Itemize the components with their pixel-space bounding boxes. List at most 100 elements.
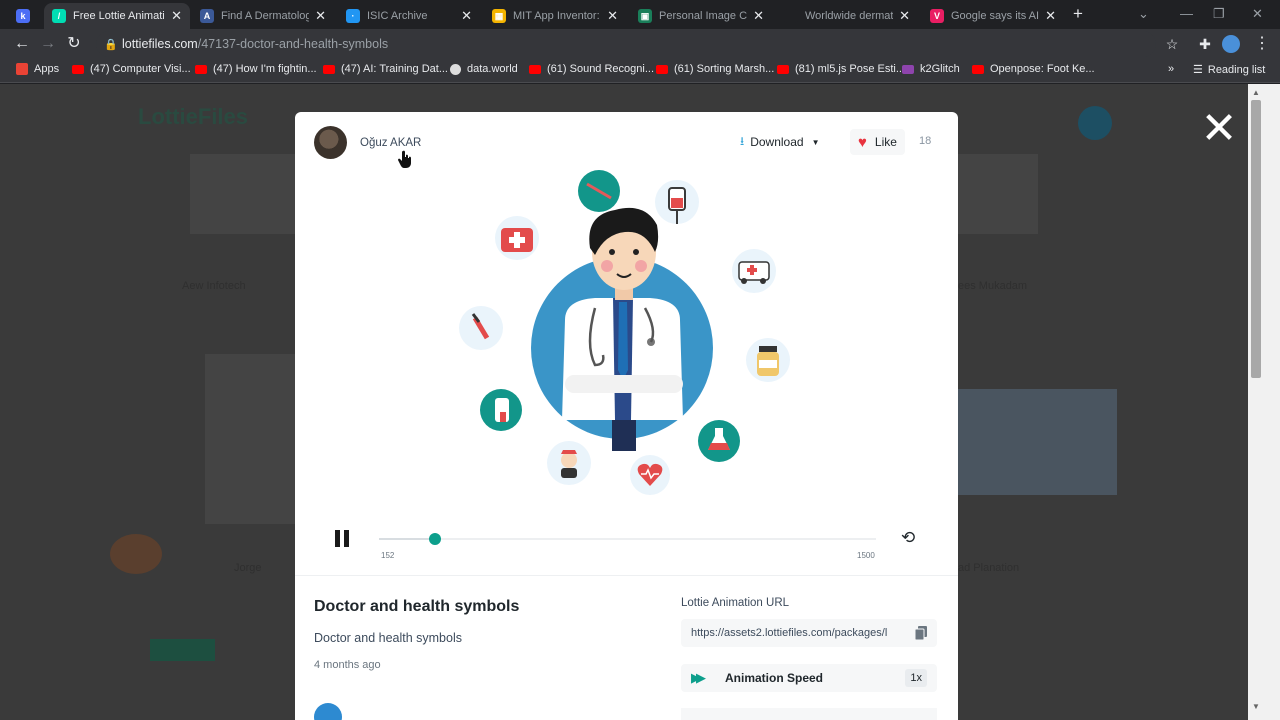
verge-favicon-icon: V bbox=[930, 9, 944, 23]
ambulance-icon bbox=[732, 249, 776, 293]
tab-title: Free Lottie Animatio bbox=[73, 10, 166, 22]
back-icon[interactable]: ← bbox=[12, 34, 32, 54]
bookmark-item[interactable]: (81) ml5.js Pose Esti... bbox=[777, 63, 905, 75]
bookmark-label: (47) How I'm fightin... bbox=[213, 63, 317, 75]
card-thumbnail bbox=[958, 389, 1117, 495]
author-avatar[interactable] bbox=[314, 126, 347, 159]
card-thumbnail bbox=[958, 154, 1038, 234]
animation-preview[interactable] bbox=[445, 170, 815, 515]
close-window-icon[interactable]: ✕ bbox=[1252, 6, 1263, 22]
bookmark-item[interactable]: (61) Sound Recogni... bbox=[529, 63, 654, 75]
youtube-icon bbox=[72, 64, 84, 74]
bookmark-item[interactable]: (47) AI: Training Dat... bbox=[323, 63, 448, 75]
bookmark-label: (61) Sound Recogni... bbox=[547, 63, 655, 75]
bookmark-star-icon[interactable]: ☆ bbox=[1162, 34, 1182, 54]
close-tab-icon[interactable]: ✕ bbox=[607, 8, 618, 24]
like-label: Like bbox=[874, 135, 897, 149]
animation-speed-row[interactable]: ▶▶ Animation Speed 1x bbox=[681, 664, 937, 692]
menu-icon[interactable]: ⋮ bbox=[1252, 34, 1272, 54]
address-url: lottiefiles.com/47137-doctor-and-health-… bbox=[122, 37, 388, 51]
scroll-down-icon[interactable]: ▼ bbox=[1250, 702, 1262, 712]
close-tab-icon[interactable]: ✕ bbox=[315, 8, 326, 24]
hand-cursor-icon bbox=[398, 150, 411, 168]
dropper-icon bbox=[459, 306, 503, 350]
tab-worldwide[interactable]: Worldwide dermato ✕ bbox=[776, 3, 918, 29]
card-thumbnail bbox=[190, 154, 295, 234]
tab-title: ISIC Archive bbox=[367, 10, 428, 22]
bookmark-item[interactable]: (47) How I'm fightin... bbox=[195, 63, 317, 75]
tab-search-icon[interactable]: ⌄ bbox=[1138, 6, 1149, 22]
player-controls: 152 1500 ⟲ bbox=[295, 522, 958, 562]
scrollbar-thumb[interactable] bbox=[1251, 100, 1261, 378]
tab-app-inventor[interactable]: ▦ MIT App Inventor: C ✕ bbox=[484, 3, 626, 29]
pause-button[interactable] bbox=[335, 530, 351, 547]
address-bar[interactable]: 🔒 lottiefiles.com/47137-doctor-and-healt… bbox=[96, 31, 1156, 57]
download-icon: ⭳ bbox=[740, 133, 745, 148]
bookmarks-overflow-icon[interactable]: » bbox=[1168, 63, 1174, 75]
extensions-icon[interactable]: ✚ bbox=[1195, 34, 1215, 54]
total-frames: 1500 bbox=[857, 551, 875, 560]
animation-url-field[interactable]: https://assets2.lottiefiles.com/packages… bbox=[681, 619, 937, 647]
tab-title: Personal Image Clas bbox=[659, 10, 748, 22]
copy-icon[interactable] bbox=[915, 626, 927, 640]
bookmarks-bar: Apps (47) Computer Visi... (47) How I'm … bbox=[0, 59, 1280, 83]
close-tab-icon[interactable]: ✕ bbox=[899, 8, 910, 24]
divider bbox=[295, 575, 958, 576]
bookmark-label: (81) ml5.js Pose Esti... bbox=[795, 63, 906, 75]
animation-speed-value[interactable]: 1x bbox=[905, 669, 927, 687]
new-tab-button[interactable]: + bbox=[1073, 4, 1083, 24]
heart-rate-icon bbox=[630, 455, 670, 495]
classifier-favicon-icon: ▣ bbox=[638, 9, 652, 23]
cookie-accept-button bbox=[150, 639, 215, 661]
forward-icon[interactable]: → bbox=[38, 34, 58, 54]
close-modal-icon[interactable]: ✕ bbox=[1198, 107, 1240, 151]
download-button[interactable]: ⭳ Download ▼ bbox=[730, 129, 830, 155]
lottie-favicon-icon: / bbox=[52, 9, 66, 23]
reload-icon[interactable]: ↻ bbox=[64, 34, 84, 54]
bookmark-item[interactable]: Openpose: Foot Ke... bbox=[972, 63, 1095, 75]
animation-title: Doctor and health symbols bbox=[314, 598, 520, 615]
close-tab-icon[interactable]: ✕ bbox=[171, 8, 182, 24]
doctor-illustration bbox=[531, 207, 713, 451]
tab-image-classifier[interactable]: ▣ Personal Image Clas ✕ bbox=[630, 3, 772, 29]
loop-icon[interactable]: ⟲ bbox=[901, 528, 915, 548]
reading-list-button[interactable]: ☰ Reading list bbox=[1193, 63, 1265, 77]
seek-track[interactable] bbox=[379, 538, 876, 540]
tab-title: Worldwide dermato bbox=[805, 10, 894, 22]
bookmark-item[interactable]: (61) Sorting Marsh... bbox=[656, 63, 774, 75]
tab-lottie[interactable]: / Free Lottie Animatio ✕ bbox=[44, 3, 190, 29]
bookmark-label: Apps bbox=[34, 63, 60, 75]
seek-thumb[interactable] bbox=[429, 533, 442, 545]
close-tab-icon[interactable]: ✕ bbox=[461, 8, 472, 24]
profile-avatar[interactable] bbox=[1222, 34, 1242, 54]
card-author: Jorge bbox=[234, 562, 262, 574]
apps-grid-icon bbox=[16, 63, 28, 75]
scroll-up-icon[interactable]: ▲ bbox=[1250, 88, 1262, 98]
bookmark-label: (61) Sorting Marsh... bbox=[674, 63, 775, 75]
seek-progress bbox=[379, 538, 430, 540]
avatar bbox=[1078, 106, 1112, 140]
bookmark-item[interactable]: (47) Computer Visi... bbox=[72, 63, 191, 75]
tab-isic[interactable]: · ISIC Archive ✕ bbox=[338, 3, 480, 29]
bookmark-item[interactable]: k2Glitch bbox=[902, 63, 960, 75]
close-tab-icon[interactable]: ✕ bbox=[753, 8, 764, 24]
avatar bbox=[314, 703, 342, 720]
k-favicon-icon: k bbox=[16, 9, 30, 23]
chevron-down-icon: ▼ bbox=[811, 137, 820, 147]
tab-pinned[interactable]: k bbox=[8, 3, 44, 29]
author-name[interactable]: Oğuz AKAR bbox=[360, 137, 421, 149]
maximize-icon[interactable]: ❐ bbox=[1213, 6, 1225, 22]
tab-dermatologist[interactable]: A Find A Dermatologist ✕ bbox=[192, 3, 334, 29]
bookmark-apps[interactable]: Apps bbox=[16, 63, 59, 75]
close-tab-icon[interactable]: ✕ bbox=[1045, 8, 1056, 24]
bookmark-item[interactable]: data.world bbox=[450, 63, 518, 75]
nurse-icon bbox=[547, 441, 591, 485]
next-setting-row bbox=[681, 708, 937, 720]
aad-favicon-icon: A bbox=[200, 9, 214, 23]
tab-google-ai[interactable]: V Google says its AI c ✕ bbox=[922, 3, 1064, 29]
minimize-icon[interactable]: — bbox=[1180, 6, 1193, 21]
like-button[interactable]: ♥ Like bbox=[850, 129, 905, 155]
youtube-icon bbox=[323, 64, 335, 74]
animation-url-value[interactable]: https://assets2.lottiefiles.com/packages… bbox=[691, 627, 909, 639]
card-author: Aew Infotech bbox=[182, 280, 246, 292]
